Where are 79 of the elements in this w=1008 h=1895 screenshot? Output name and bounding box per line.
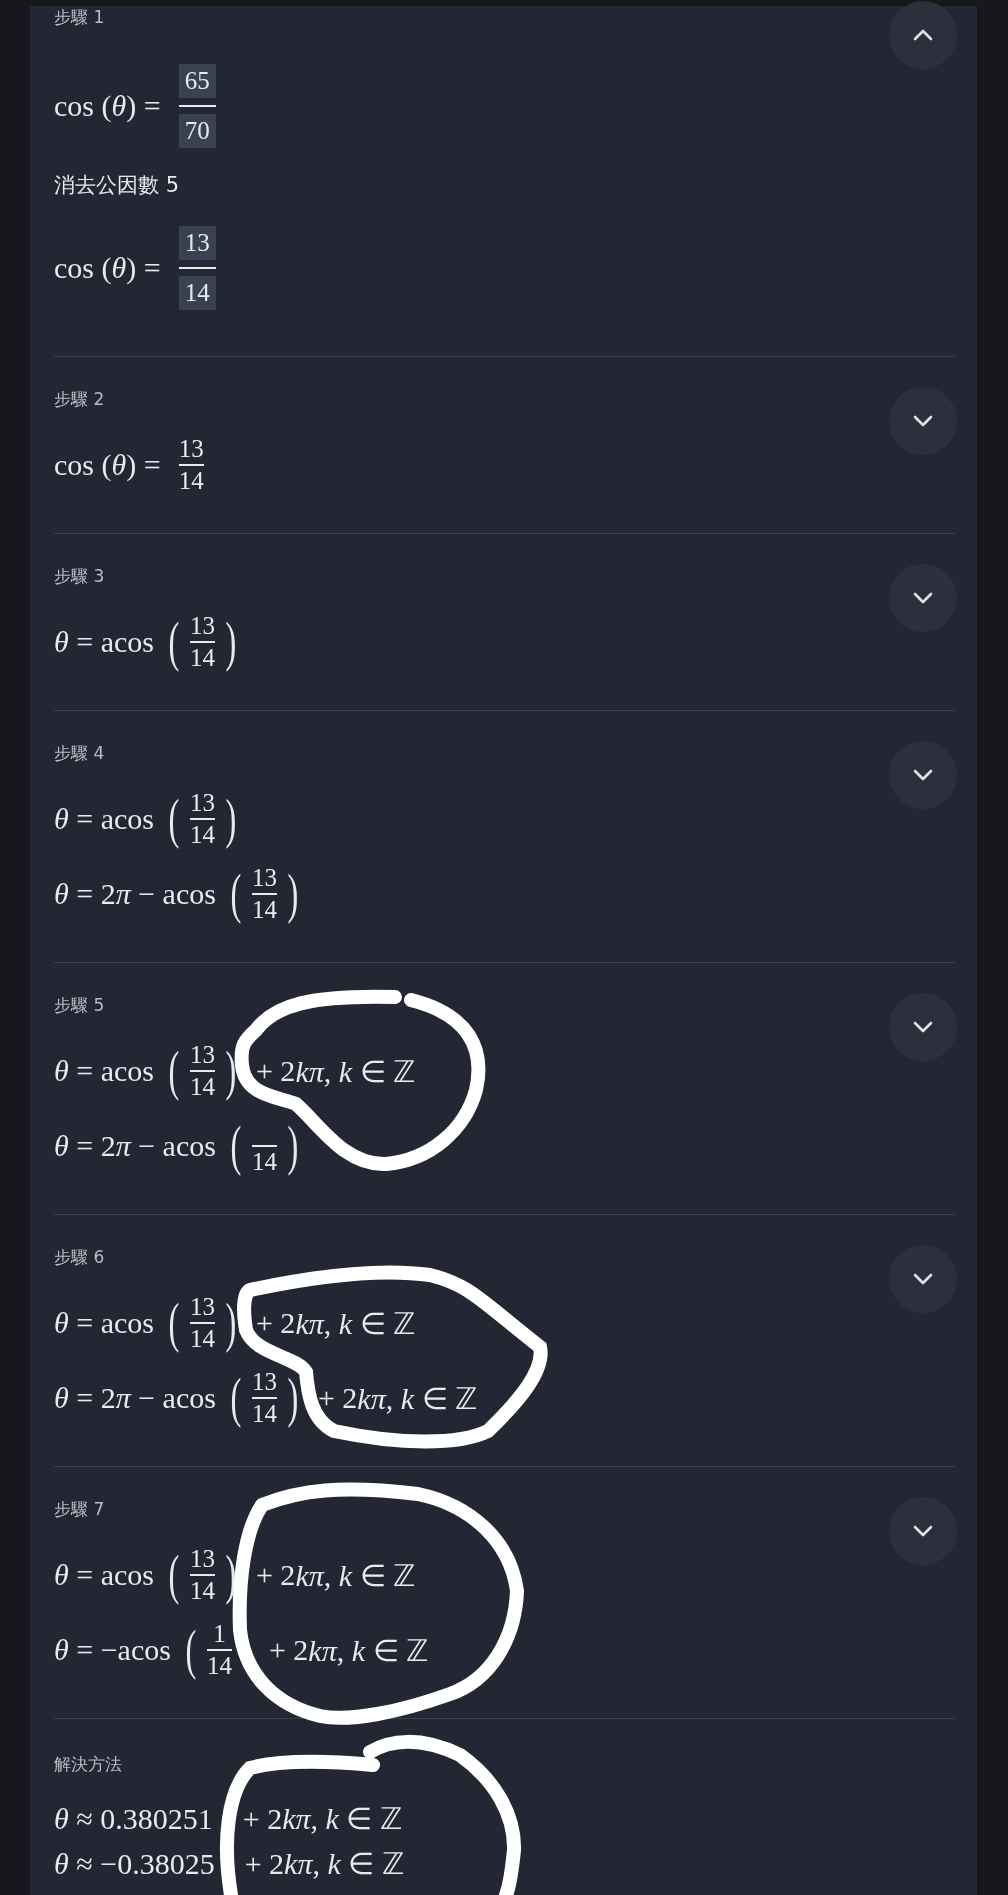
math-text: kπ, k ∈ ℤ bbox=[295, 1053, 416, 1089]
math-text: θ = acos bbox=[54, 625, 154, 659]
math-text: θ = acos bbox=[54, 1558, 154, 1592]
numerator: 13 bbox=[189, 1545, 215, 1572]
numerator: 13 bbox=[189, 1293, 215, 1320]
numerator: 13 bbox=[178, 435, 204, 462]
step-label: 步驟 5 bbox=[54, 994, 105, 1017]
numerator: 13 bbox=[189, 1041, 215, 1068]
step-label: 步驟 1 bbox=[54, 6, 105, 29]
math-text: kπ, k ∈ ℤ bbox=[295, 1305, 416, 1341]
math-text: θ = −acos bbox=[54, 1633, 171, 1667]
math-text: kπ, k ∈ ℤ bbox=[282, 1801, 402, 1836]
numerator: 13 bbox=[178, 225, 216, 260]
denominator: 14 bbox=[189, 1326, 215, 1353]
math-text: + 2 bbox=[317, 1381, 358, 1415]
parenthesis: ( bbox=[168, 792, 180, 846]
math-text: θ = 2 bbox=[54, 1381, 116, 1415]
numerator: 13 bbox=[251, 864, 277, 891]
chevron-down-icon bbox=[911, 590, 935, 606]
denominator: 14 bbox=[206, 1653, 232, 1680]
step-label: 步驟 4 bbox=[54, 742, 105, 765]
math-text: θ = 2 bbox=[54, 877, 116, 911]
math-text: π − acos bbox=[115, 877, 216, 911]
denominator: 14 bbox=[189, 1578, 215, 1605]
chevron-down-icon bbox=[911, 1271, 935, 1287]
numerator: 13 bbox=[189, 789, 215, 816]
math-text: kπ, k ∈ ℤ bbox=[295, 1557, 416, 1593]
chevron-up-icon bbox=[911, 27, 935, 43]
numerator: 65 bbox=[178, 63, 216, 98]
math-text: + 2 bbox=[242, 1801, 283, 1836]
math-text: θ = acos bbox=[54, 1306, 154, 1340]
math-text: θ = acos bbox=[54, 802, 154, 836]
denominator: 14 bbox=[178, 276, 216, 311]
chevron-down-icon bbox=[911, 767, 935, 783]
denominator: 14 bbox=[251, 1401, 277, 1428]
step-label: 步驟 3 bbox=[54, 565, 105, 588]
chevron-down-icon bbox=[911, 413, 935, 429]
denominator: 14 bbox=[251, 1149, 277, 1176]
math-text: kπ, k ∈ ℤ bbox=[357, 1380, 477, 1416]
denominator: 14 bbox=[251, 897, 277, 924]
parenthesis: ( bbox=[168, 1548, 180, 1602]
chevron-down-icon bbox=[911, 1523, 935, 1539]
parenthesis: ( bbox=[168, 615, 180, 669]
numerator: 13 bbox=[251, 1368, 277, 1395]
math-text: + 2 bbox=[255, 1054, 296, 1088]
step-label: 步驟 7 bbox=[54, 1498, 105, 1521]
math-text: cos (θ) = bbox=[54, 89, 161, 123]
math-text: θ = 2 bbox=[54, 1129, 116, 1163]
math-text: + 2 bbox=[255, 1558, 296, 1592]
math-text: θ ≈ 0.380251 bbox=[54, 1801, 213, 1836]
math-text: cos (θ) = bbox=[54, 448, 161, 482]
parenthesis: ( bbox=[168, 1044, 180, 1098]
denominator: 70 bbox=[178, 114, 216, 149]
numerator: 13 bbox=[189, 612, 215, 639]
parenthesis: ( bbox=[168, 1296, 180, 1350]
step-label: 步驟 6 bbox=[54, 1246, 105, 1269]
math-text: + 2 bbox=[255, 1306, 296, 1340]
math-text: kπ, k ∈ ℤ bbox=[284, 1846, 404, 1881]
denominator: 14 bbox=[189, 822, 215, 849]
math-text: + 2 bbox=[244, 1846, 285, 1881]
math-text: π − acos bbox=[115, 1129, 216, 1163]
numerator: 1 bbox=[213, 1620, 226, 1647]
parenthesis: ( bbox=[230, 1119, 242, 1173]
math-text: π − acos bbox=[115, 1381, 216, 1415]
denominator: 14 bbox=[189, 645, 215, 672]
math-text: + 2 bbox=[268, 1633, 309, 1667]
parenthesis: ( bbox=[230, 1371, 242, 1425]
parenthesis: ( bbox=[230, 867, 242, 921]
math-text: kπ, k ∈ ℤ bbox=[308, 1632, 428, 1668]
step-label: 解決方法 bbox=[54, 1753, 122, 1776]
math-text: θ ≈ −0.38025 bbox=[54, 1846, 215, 1881]
chevron-down-icon bbox=[911, 1019, 935, 1035]
math-text: cos (θ) = bbox=[54, 251, 161, 285]
parenthesis: ( bbox=[185, 1623, 197, 1677]
step-note: 消去公因數 5 bbox=[54, 172, 181, 199]
denominator: 14 bbox=[178, 468, 204, 495]
math-text: θ = acos bbox=[54, 1054, 154, 1088]
denominator: 14 bbox=[189, 1074, 215, 1101]
step-label: 步驟 2 bbox=[54, 388, 105, 411]
